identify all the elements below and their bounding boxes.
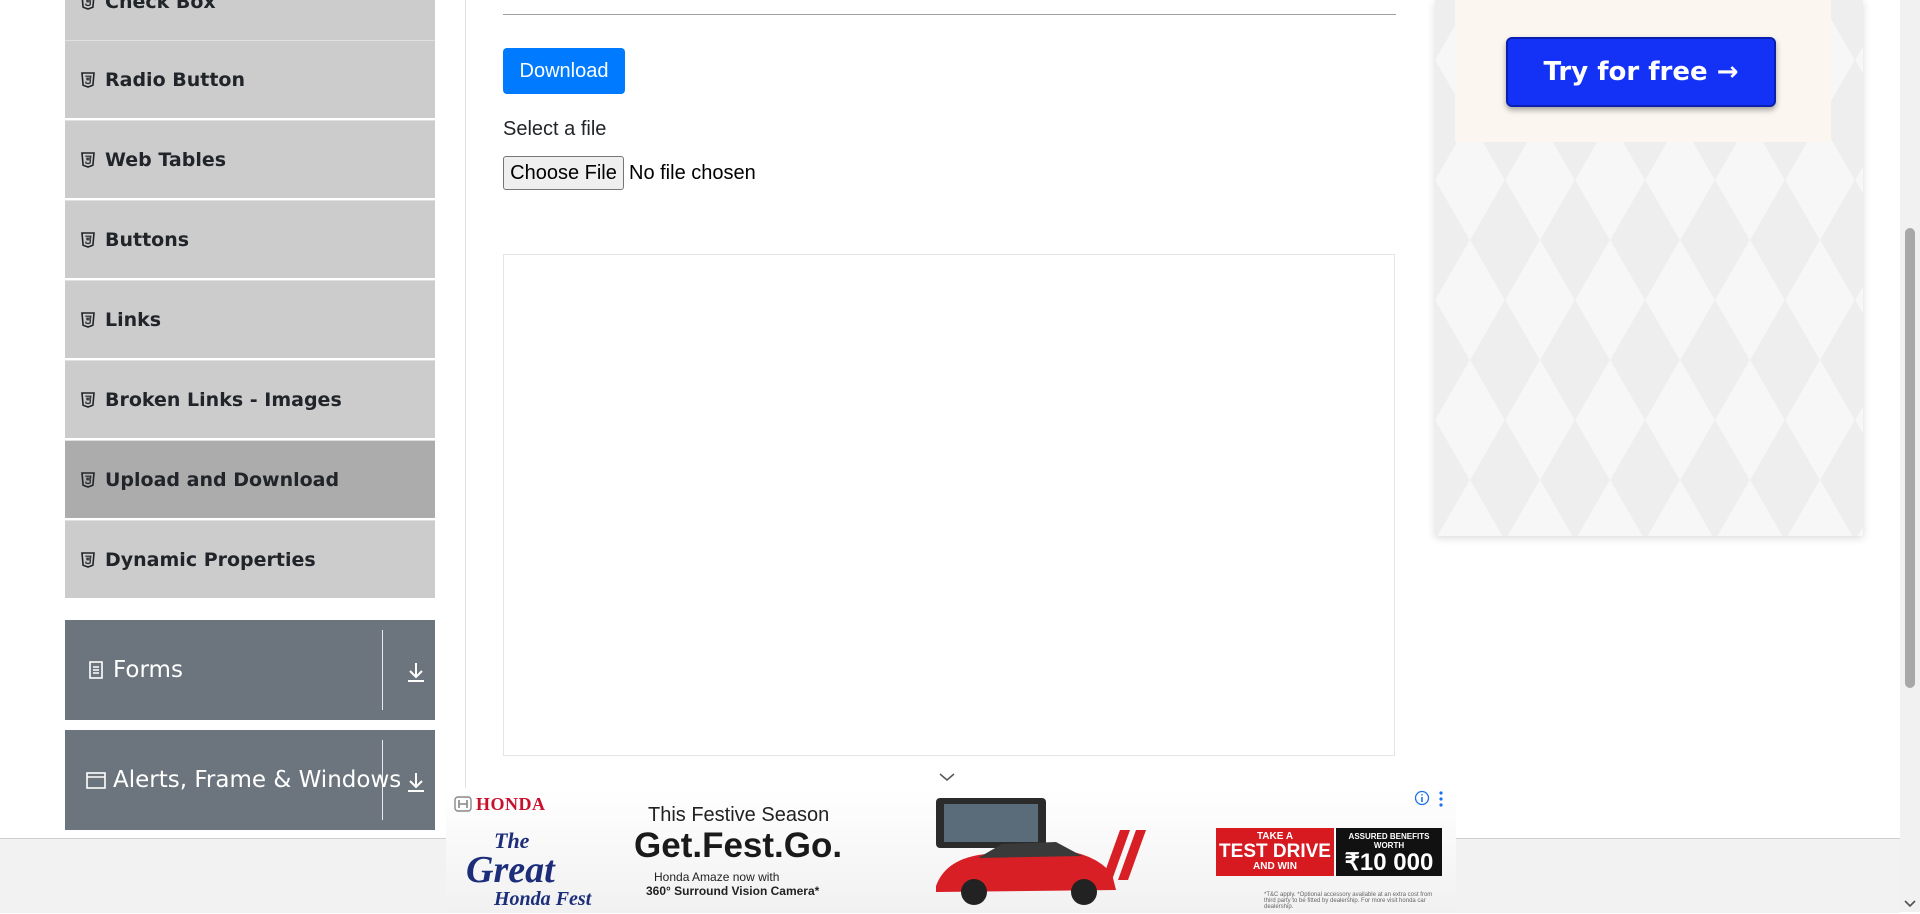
fest-line-3-text: Honda [494, 888, 551, 910]
ad-subtext-2: 360° Surround Vision Camera* [646, 884, 820, 898]
ad-placeholder-box [503, 254, 1395, 756]
menu-item-label: Broken Links - Images [105, 388, 342, 411]
menu-item-upload-download[interactable]: Upload and Download [65, 440, 435, 518]
menu-item-label: Upload and Download [105, 468, 340, 491]
html5-icon [81, 0, 95, 10]
menu-item-label: Check Box [105, 0, 216, 13]
honda-brand: HONDA [476, 794, 546, 814]
car-image [916, 794, 1146, 910]
menu-item-label: Radio Button [105, 68, 245, 91]
fest-line-3: Honda Fest [494, 888, 591, 911]
html5-icon [81, 311, 95, 328]
menu-item-links[interactable]: Links [65, 280, 435, 358]
ad-headline: Get.Fest.Go. [634, 826, 843, 865]
ad-info-icon[interactable] [1414, 790, 1430, 806]
ad-more-options-icon[interactable] [1436, 790, 1446, 808]
honda-banner-ad[interactable]: HONDA The Great Honda Fest This Festive … [446, 788, 1456, 912]
html5-icon [81, 471, 95, 488]
choose-file-button[interactable]: Choose File [503, 156, 624, 190]
group-header-forms[interactable]: Forms [65, 620, 435, 720]
fest-line-2: Great [466, 849, 555, 891]
group-header-label: Alerts, Frame & Windows [113, 767, 402, 793]
fest-line-4-text: Fest [555, 888, 592, 910]
festive-season-text: This Festive Season [648, 804, 830, 826]
menu-item-web-tables[interactable]: Web Tables [65, 120, 435, 198]
html5-icon [81, 231, 95, 248]
honda-logo-icon [454, 796, 472, 812]
download-arrow-icon[interactable] [405, 770, 427, 794]
menu-item-label: Dynamic Properties [105, 548, 316, 571]
test-drive-badge: TAKE A TEST DRIVE AND WIN [1216, 828, 1334, 876]
file-status-text: No file chosen [629, 162, 756, 184]
benefit-badge: ASSURED BENEFITS WORTH ₹10 000 [1336, 828, 1442, 876]
html5-icon [81, 391, 95, 408]
window-icon [85, 769, 107, 791]
menu-item-label: Web Tables [105, 148, 227, 171]
left-panel: Check Box Radio Button Web Tables Button… [38, 0, 466, 838]
menu-item-label: Links [105, 308, 162, 331]
menu-item-check-box[interactable]: Check Box [65, 0, 435, 40]
select-file-label: Select a file [503, 118, 607, 140]
document-icon [85, 659, 107, 681]
ad-terms-text: *T&C apply. *Optional accessory availabl… [1264, 892, 1433, 910]
test-drive-bottom: AND WIN [1253, 861, 1297, 872]
benefit-value: ₹10 000 [1344, 849, 1434, 876]
menu-item-broken-links[interactable]: Broken Links - Images [65, 360, 435, 438]
download-arrow-icon[interactable] [405, 660, 427, 684]
group-divider [382, 740, 383, 820]
group-header-alerts[interactable]: Alerts, Frame & Windows [65, 730, 435, 830]
menu-item-radio-button[interactable]: Radio Button [65, 40, 435, 118]
html5-icon [81, 551, 95, 568]
group-header-label: Forms [113, 657, 183, 683]
scrollbar-thumb[interactable] [1905, 228, 1915, 688]
download-button[interactable]: Download [503, 48, 625, 94]
menu-item-label: Buttons [105, 228, 190, 251]
html5-icon [81, 71, 95, 88]
menu-item-buttons[interactable]: Buttons [65, 200, 435, 278]
try-for-free-button[interactable]: Try for free → [1506, 37, 1776, 107]
html5-icon [81, 151, 95, 168]
menu-item-dynamic-properties[interactable]: Dynamic Properties [65, 520, 435, 598]
divider-line [503, 14, 1396, 15]
scroll-down-arrow-icon[interactable] [1903, 896, 1917, 908]
group-divider [382, 630, 383, 710]
chevron-down-icon[interactable] [938, 770, 956, 782]
test-drive-mid: TEST DRIVE [1219, 841, 1331, 862]
benefit-top: ASSURED BENEFITS WORTH [1348, 832, 1430, 850]
ad-subtext-1: Honda Amaze now with [654, 870, 780, 884]
